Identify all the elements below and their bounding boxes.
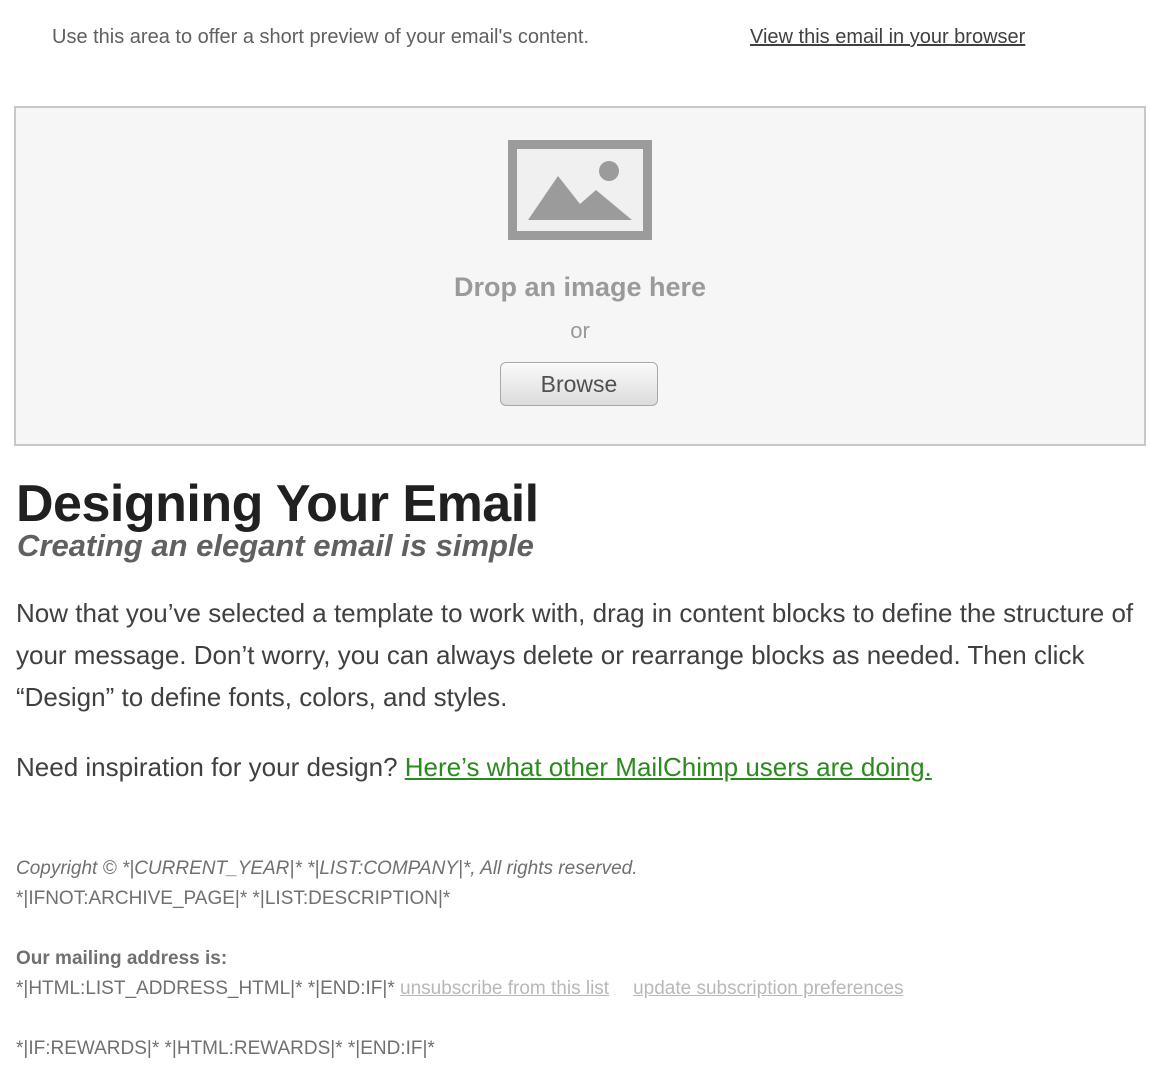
- preheader: Use this area to offer a short preview o…: [0, 0, 1162, 76]
- view-in-browser-link[interactable]: View this email in your browser: [750, 26, 1025, 49]
- inspiration-prefix: Need inspiration for your design?: [16, 752, 405, 782]
- image-placeholder-icon: [508, 140, 652, 240]
- browse-button[interactable]: Browse: [500, 362, 658, 406]
- image-drop-zone[interactable]: Drop an image here or Browse: [14, 106, 1146, 446]
- footer-spacer: [16, 1004, 1146, 1034]
- email-template-page: Use this area to offer a short preview o…: [0, 0, 1162, 1076]
- content-body-text: Now that you’ve selected a template to w…: [16, 598, 1134, 712]
- footer-rewards: *|IF:REWARDS|* *|HTML:REWARDS|* *|END:IF…: [16, 1038, 435, 1059]
- update-preferences-link[interactable]: update subscription preferences: [633, 978, 903, 999]
- footer-address-merge: *|HTML:LIST_ADDRESS_HTML|* *|END:IF|*: [16, 978, 400, 999]
- footer-spacer: [16, 914, 1146, 944]
- inspiration-link[interactable]: Here’s what other MailChimp users are do…: [405, 752, 932, 782]
- footer-address-line: *|HTML:LIST_ADDRESS_HTML|* *|END:IF|* un…: [16, 974, 1146, 1004]
- footer-list-description: *|IFNOT:ARCHIVE_PAGE|* *|LIST:DESCRIPTIO…: [16, 888, 451, 909]
- preheader-preview-text: Use this area to offer a short preview o…: [52, 26, 590, 48]
- unsubscribe-link[interactable]: unsubscribe from this list: [400, 978, 609, 999]
- or-label: or: [570, 318, 590, 343]
- footer: Copyright © *|CURRENT_YEAR|* *|LIST:COMP…: [16, 854, 1146, 1064]
- content-title: Designing Your Email: [16, 475, 539, 533]
- drop-image-label: Drop an image here: [453, 272, 707, 302]
- inspiration-line: Need inspiration for your design? Here’s…: [16, 746, 932, 788]
- content-subtitle: Creating an elegant email is simple: [17, 528, 534, 563]
- footer-copyright: Copyright © *|CURRENT_YEAR|* *|LIST:COMP…: [16, 858, 638, 879]
- footer-address-heading: Our mailing address is:: [16, 948, 228, 969]
